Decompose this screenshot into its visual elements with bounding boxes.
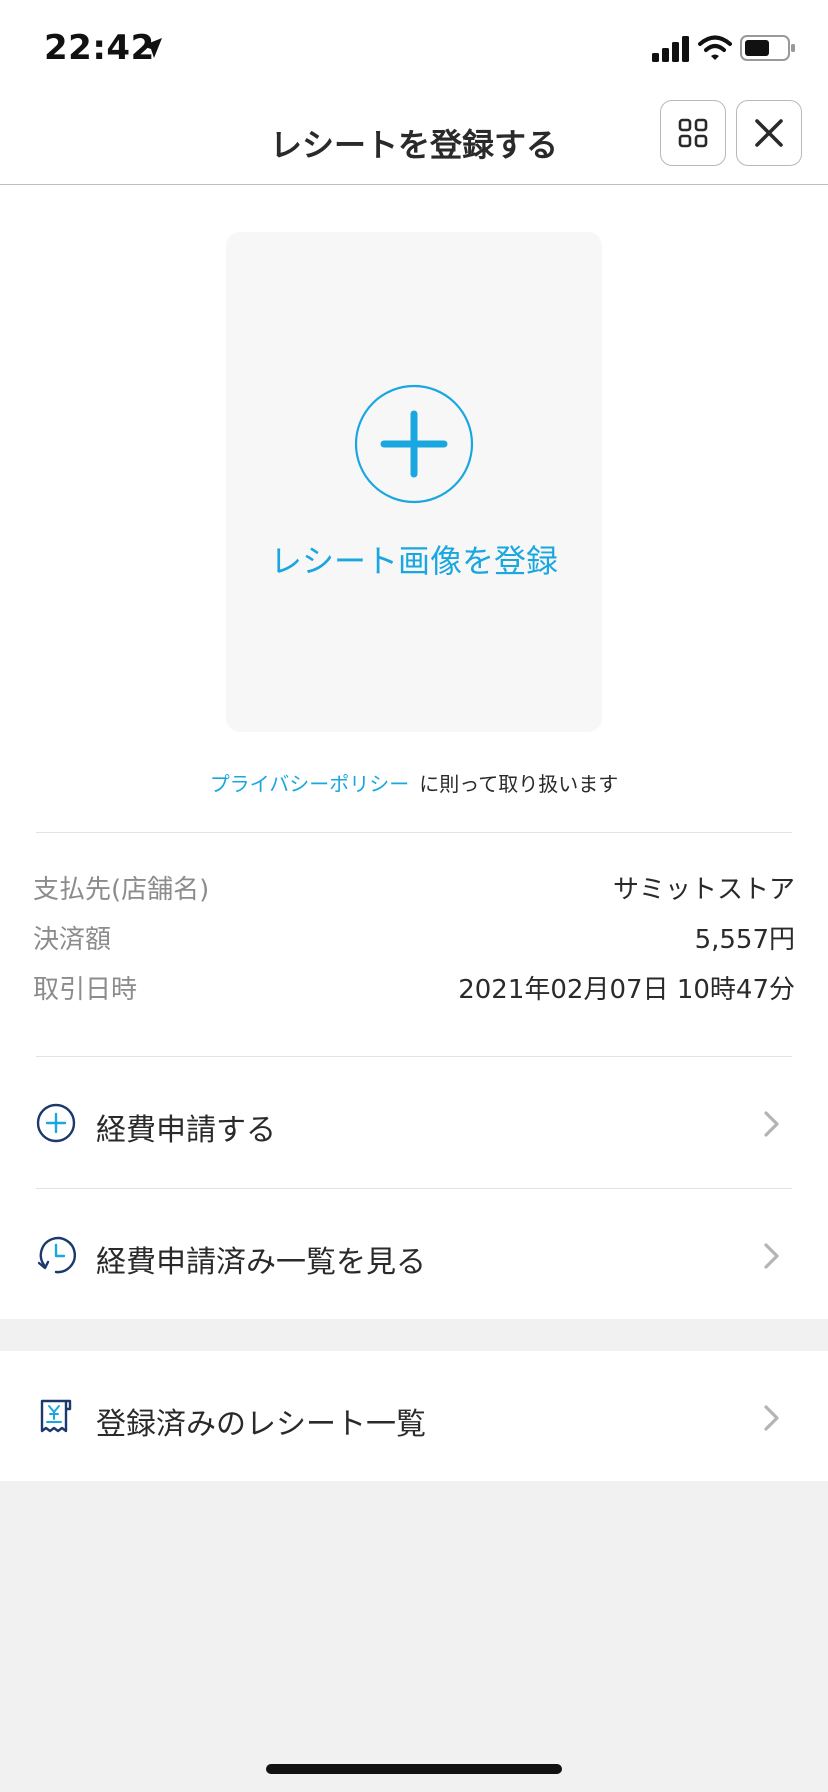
upload-receipt-label: レシート画像を登録: [269, 542, 558, 580]
grid-icon: [678, 118, 708, 148]
chevron-right-icon: [764, 1243, 779, 1269]
detail-row-amount: 決済額 5,557円: [33, 919, 795, 959]
expense-history-row[interactable]: 経費申請済み一覧を見る: [0, 1189, 828, 1319]
cellular-signal-icon: [652, 36, 689, 62]
clock-history-icon: [37, 1236, 76, 1274]
detail-value: 2021年02月07日 10時47分: [458, 975, 795, 1005]
plus-circle-icon: [354, 384, 474, 504]
privacy-notice-text: に則って取り扱います: [419, 772, 619, 796]
chevron-right-icon: [764, 1405, 779, 1431]
registered-receipts-row[interactable]: 登録済みのレシート一覧: [0, 1351, 828, 1481]
receipt-image-upload-card[interactable]: レシート画像を登録: [226, 232, 602, 732]
close-icon: [755, 119, 783, 147]
battery-icon: [740, 35, 795, 61]
detail-value: サミットストア: [612, 875, 795, 905]
chevron-right-icon: [764, 1111, 779, 1137]
detail-row-datetime: 取引日時 2021年02月07日 10時47分: [33, 969, 795, 1009]
nav-bar: レシートを登録する: [0, 96, 828, 185]
detail-row-payee: 支払先(店舗名) サミットストア: [33, 869, 795, 909]
main-content: レシート画像を登録 プライバシーポリシー に則って取り扱います 支払先(店舗名) …: [0, 185, 828, 1319]
status-time: 22:42: [44, 28, 155, 68]
detail-label: 決済額: [33, 925, 112, 955]
plus-circle-icon: [36, 1103, 76, 1143]
privacy-notice: プライバシーポリシー に則って取り扱います: [0, 768, 828, 797]
menu-label: 経費申請済み一覧を見る: [96, 1245, 426, 1280]
location-arrow-icon: [142, 38, 162, 58]
wifi-icon: [698, 35, 732, 60]
home-indicator[interactable]: [266, 1764, 562, 1774]
receipts-section: 登録済みのレシート一覧: [0, 1351, 828, 1481]
detail-label: 支払先(店舗名): [33, 875, 210, 905]
menu-label: 経費申請する: [96, 1113, 276, 1148]
expense-apply-row[interactable]: 経費申請する: [0, 1057, 828, 1187]
close-button[interactable]: [736, 100, 802, 166]
menu-label: 登録済みのレシート一覧: [96, 1407, 426, 1442]
divider: [36, 832, 792, 833]
detail-value: 5,557円: [694, 925, 795, 955]
grid-button[interactable]: [660, 100, 726, 166]
receipt-yen-icon: [40, 1399, 72, 1433]
section-gap: [0, 1319, 828, 1351]
status-bar: 22:42: [0, 0, 828, 96]
privacy-policy-link[interactable]: プライバシーポリシー: [210, 772, 410, 796]
detail-label: 取引日時: [33, 975, 138, 1005]
